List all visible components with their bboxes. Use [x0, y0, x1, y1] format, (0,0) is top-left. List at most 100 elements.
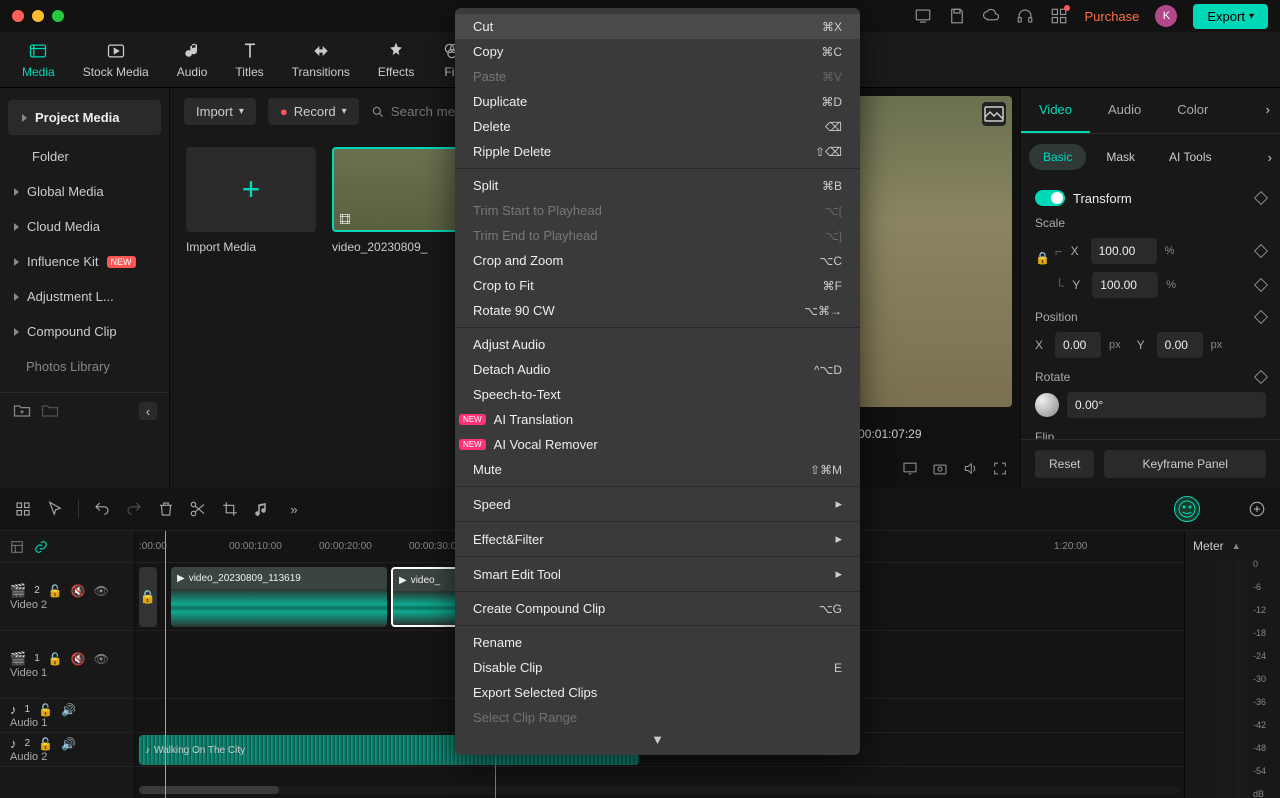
context-menu-item[interactable]: Smart Edit Tool▸ — [455, 561, 860, 587]
context-menu-item[interactable]: Duplicate⌘D — [455, 89, 860, 114]
sidebar-folder[interactable]: Folder — [0, 139, 169, 174]
sidebar-global-media[interactable]: Global Media — [0, 174, 169, 209]
context-menu-item[interactable]: Detach Audio^⌥D — [455, 357, 860, 382]
timeline-clip[interactable]: ▶video_20230809_113619 — [171, 567, 387, 627]
keyframe-panel-button[interactable]: Keyframe Panel — [1104, 450, 1266, 478]
import-button[interactable]: Import▾ — [184, 98, 256, 125]
keyframe-diamond[interactable] — [1254, 370, 1268, 384]
snapshot-icon[interactable] — [932, 459, 948, 478]
sidebar-influence-kit[interactable]: Influence KitNEW — [0, 244, 169, 279]
context-menu-item[interactable]: Crop and Zoom⌥C — [455, 248, 860, 273]
lock-icon[interactable]: 🔓 — [48, 584, 63, 598]
context-menu-item[interactable]: NEWAI Vocal Remover — [455, 432, 860, 457]
crop-icon[interactable] — [221, 500, 239, 518]
context-menu-item[interactable]: Create Compound Clip⌥G — [455, 596, 860, 621]
trash-icon[interactable] — [157, 500, 175, 518]
subtabs-more-icon[interactable]: › — [1268, 150, 1272, 165]
music-icon[interactable] — [253, 500, 271, 518]
context-menu-item[interactable]: Split⌘B — [455, 173, 860, 198]
redo-icon[interactable] — [125, 500, 143, 518]
screen-icon[interactable] — [914, 7, 932, 25]
lock-icon[interactable]: 🔒 — [1035, 251, 1050, 265]
tab-media[interactable]: Media — [8, 35, 69, 85]
context-menu-item[interactable]: Speed▸ — [455, 491, 860, 517]
track-header-audio2[interactable]: ♪2🔓🔊 Audio 2 — [0, 733, 134, 767]
lock-icon[interactable]: 🔓 — [48, 652, 63, 666]
media-clip[interactable]: video_20230809_ — [332, 147, 462, 254]
tab-titles[interactable]: Titles — [221, 35, 277, 85]
save-icon[interactable] — [948, 7, 966, 25]
context-menu-item[interactable]: Disable ClipE — [455, 655, 860, 680]
link-icon[interactable] — [34, 538, 48, 556]
scale-x-input[interactable] — [1091, 238, 1157, 264]
scale-y-input[interactable] — [1092, 272, 1158, 298]
context-menu-item[interactable]: Adjust Audio — [455, 332, 860, 357]
timeline-clip-selected[interactable]: ▶video_ — [391, 567, 459, 627]
context-menu-item[interactable]: NEWAI Translation — [455, 407, 860, 432]
subtab-mask[interactable]: Mask — [1092, 144, 1149, 170]
import-media-card[interactable]: + Import Media — [186, 147, 316, 254]
undo-icon[interactable] — [93, 500, 111, 518]
layout-icon[interactable] — [10, 538, 24, 556]
minimize-button[interactable] — [32, 10, 44, 22]
eye-icon[interactable]: 👁 — [94, 652, 109, 666]
context-menu-item[interactable]: Copy⌘C — [455, 39, 860, 64]
props-tab-audio[interactable]: Audio — [1090, 88, 1159, 133]
props-tab-color[interactable]: Color — [1159, 88, 1226, 133]
display-icon[interactable] — [902, 459, 918, 478]
headphones-icon[interactable] — [1016, 7, 1034, 25]
pos-y-input[interactable] — [1157, 332, 1203, 358]
tab-effects[interactable]: Effects — [364, 35, 428, 85]
cloud-icon[interactable] — [982, 7, 1000, 25]
grid-icon[interactable] — [1050, 7, 1068, 25]
picture-icon[interactable] — [982, 102, 1006, 126]
sidebar-project-media[interactable]: Project Media — [8, 100, 161, 135]
new-folder-icon[interactable] — [12, 401, 32, 421]
scissors-icon[interactable] — [189, 500, 207, 518]
keyframe-diamond[interactable] — [1254, 191, 1268, 205]
mute-icon[interactable]: 🔇 — [71, 584, 86, 598]
keyframe-diamond[interactable] — [1254, 278, 1268, 292]
tabs-more-icon[interactable]: › — [1256, 88, 1280, 133]
tab-transitions[interactable]: Transitions — [278, 35, 364, 85]
context-menu-item[interactable]: Rename — [455, 630, 860, 655]
subtab-basic[interactable]: Basic — [1029, 144, 1086, 170]
rotate-knob[interactable] — [1035, 393, 1059, 417]
track-header-audio1[interactable]: ♪1🔓🔊 Audio 1 — [0, 699, 134, 733]
playhead[interactable] — [165, 531, 166, 798]
props-tab-video[interactable]: Video — [1021, 88, 1090, 133]
track-header-video1[interactable]: 🎬1🔓🔇👁 Video 1 — [0, 631, 134, 699]
keyframe-diamond[interactable] — [1254, 310, 1268, 324]
magnet-icon[interactable] — [14, 500, 32, 518]
sidebar-photos[interactable]: Photos Library — [0, 349, 169, 384]
new-bin-icon[interactable] — [40, 401, 60, 421]
track-header-video2[interactable]: 🎬2🔓🔇👁 Video 2 — [0, 563, 134, 631]
reset-button[interactable]: Reset — [1035, 450, 1094, 478]
context-menu-item[interactable]: Cut⌘X — [455, 14, 860, 39]
tab-audio[interactable]: Audio — [163, 35, 222, 85]
volume-icon[interactable] — [962, 459, 978, 478]
pos-x-input[interactable] — [1055, 332, 1101, 358]
context-menu-item[interactable]: Mute⇧⌘M — [455, 457, 860, 482]
sidebar-adjustment[interactable]: Adjustment L... — [0, 279, 169, 314]
tab-stock-media[interactable]: Stock Media — [69, 35, 163, 85]
add-marker-icon[interactable] — [1248, 500, 1266, 518]
context-menu-item[interactable]: Rotate 90 CW⌥⌘→ — [455, 298, 860, 323]
context-menu-item[interactable]: Select Clip Range — [455, 705, 860, 730]
sidebar-cloud-media[interactable]: Cloud Media — [0, 209, 169, 244]
purchase-button[interactable]: Purchase — [1084, 9, 1139, 24]
ai-assistant-icon[interactable] — [1174, 496, 1200, 522]
keyframe-diamond[interactable] — [1254, 244, 1268, 258]
record-button[interactable]: ●Record▾ — [268, 98, 359, 125]
context-menu-item[interactable]: Export Selected Clips — [455, 680, 860, 705]
context-menu-item[interactable]: Speech-to-Text — [455, 382, 860, 407]
avatar[interactable]: K — [1155, 5, 1177, 27]
context-menu-item[interactable]: Delete⌫ — [455, 114, 860, 139]
eye-icon[interactable]: 👁 — [94, 584, 109, 598]
context-menu-item[interactable]: Crop to Fit⌘F — [455, 273, 860, 298]
horizontal-scrollbar[interactable] — [139, 786, 1180, 794]
transform-toggle[interactable] — [1035, 190, 1065, 206]
rotate-input[interactable] — [1067, 392, 1266, 418]
sidebar-compound[interactable]: Compound Clip — [0, 314, 169, 349]
context-menu-item[interactable]: Ripple Delete⇧⌫ — [455, 139, 860, 164]
